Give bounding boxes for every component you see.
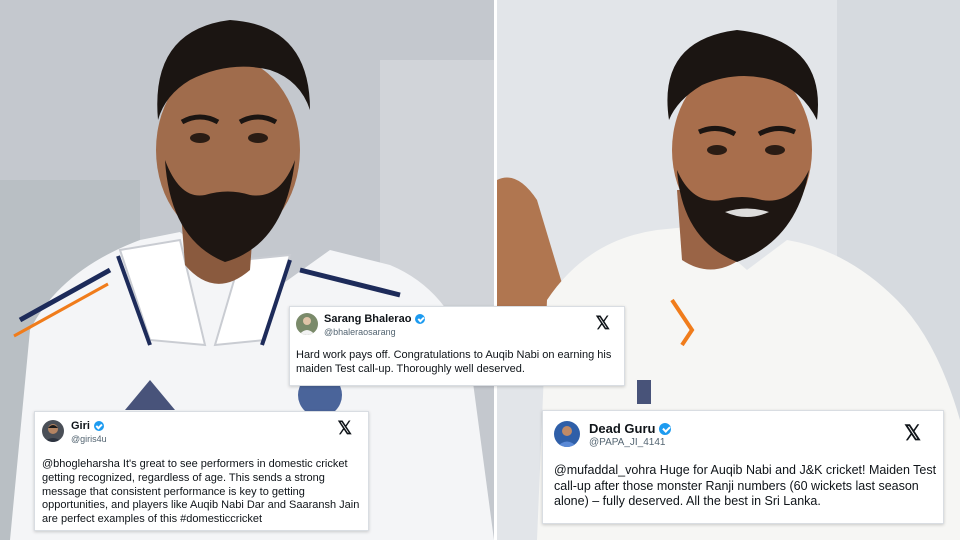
tweet-card-dead-guru[interactable]: Dead Guru @PAPA_JI_4141 𝕏 @mufaddal_vohr… — [542, 410, 944, 524]
tweet-author-handle[interactable]: @PAPA_JI_4141 — [589, 437, 666, 448]
tweet-author-name[interactable]: Dead Guru — [589, 421, 672, 436]
author-name-text[interactable]: Dead Guru — [589, 421, 655, 436]
x-logo-icon[interactable]: 𝕏 — [337, 418, 352, 439]
tweet-author-handle[interactable]: @bhaleraosarang — [324, 327, 396, 337]
tweet-card-giri[interactable]: Giri @giris4u 𝕏 @bhogleharsha It's great… — [34, 411, 369, 531]
author-name-text[interactable]: Sarang Bhalerao — [324, 313, 411, 325]
tweet-text: @bhogleharsha It's great to see performe… — [42, 458, 360, 525]
tweet-author-name[interactable]: Sarang Bhalerao — [324, 313, 426, 325]
author-name-text[interactable]: Giri — [71, 420, 90, 432]
avatar[interactable] — [296, 313, 318, 335]
verified-badge-icon — [93, 421, 104, 431]
avatar[interactable] — [554, 421, 580, 447]
x-logo-icon[interactable]: 𝕏 — [904, 421, 921, 446]
tweet-author-handle[interactable]: @giris4u — [71, 434, 107, 444]
verified-badge-icon — [659, 422, 672, 435]
tweet-text: @mufaddal_vohra Huge for Auqib Nabi and … — [554, 463, 937, 509]
tweet-author-name[interactable]: Giri — [71, 420, 104, 432]
verified-badge-icon — [415, 314, 426, 324]
tweet-card-sarang[interactable]: Sarang Bhalerao @bhaleraosarang 𝕏 Hard w… — [289, 306, 625, 386]
x-logo-icon[interactable]: 𝕏 — [595, 313, 610, 334]
avatar[interactable] — [42, 420, 64, 442]
tweet-text: Hard work pays off. Congratulations to A… — [296, 349, 612, 375]
